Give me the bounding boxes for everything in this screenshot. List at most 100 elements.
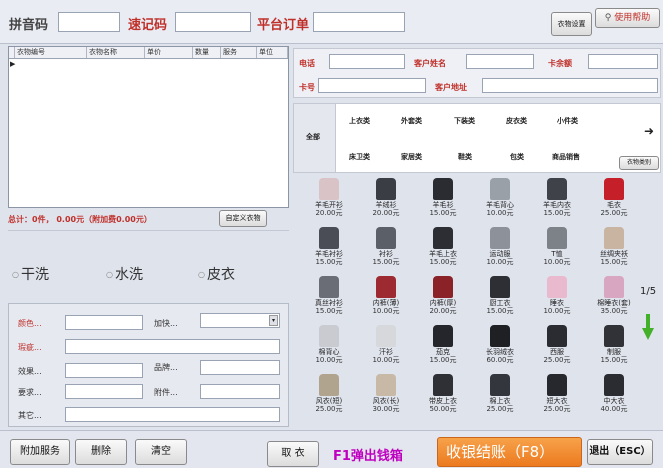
product-tile[interactable]: 厨工衣 15.00元 [472,274,528,324]
platform-order-input[interactable] [313,12,405,32]
product-price: 15.00元 [429,356,457,364]
brand-input[interactable] [200,360,280,375]
urgent-select[interactable]: ▾ [200,313,280,328]
product-price: 10.00元 [543,258,571,266]
product-price: 15.00元 [429,209,457,217]
attachment-input[interactable] [200,384,280,399]
garment-icon [490,374,510,396]
product-tile[interactable]: 棉背心 10.00元 [301,323,357,373]
pinyin-input[interactable] [58,12,120,32]
order-items-grid[interactable]: 衣物编号 衣物名称 单价 数量 服务 单位 ▶ [8,46,289,208]
radio-water-wash[interactable]: ○ 水洗 [106,264,143,284]
customer-address-input[interactable] [482,78,658,93]
garment-icon [319,325,339,347]
product-tile[interactable]: 制服 15.00元 [586,323,642,373]
product-tile[interactable]: 棉上衣 25.00元 [472,372,528,422]
product-price: 25.00元 [543,405,571,413]
product-tile[interactable]: 睡衣 10.00元 [529,274,585,324]
product-tile[interactable]: 棉睡衣(套) 35.00元 [586,274,642,324]
product-tile[interactable]: 羊绒衫 20.00元 [358,176,414,226]
tab-bags[interactable]: 包类 [510,152,524,162]
product-tile[interactable]: 毛衣 25.00元 [586,176,642,226]
extra-service-label: 附加服务 [20,446,60,457]
request-input[interactable] [65,384,143,399]
tab-merchandise[interactable]: 商品销售 [552,152,580,162]
tab-bedding[interactable]: 床卫类 [349,152,370,162]
product-tile[interactable]: 汗衫 10.00元 [358,323,414,373]
product-tile[interactable]: 短大衣 25.00元 [529,372,585,422]
product-tile[interactable]: 羊毛衫 15.00元 [415,176,471,226]
tab-tops[interactable]: 上衣类 [349,116,370,126]
product-tile[interactable]: 丝绸夹袄 15.00元 [586,225,642,275]
product-price: 10.00元 [543,307,571,315]
extra-service-button[interactable]: 附加服务 [10,439,70,465]
help-button[interactable]: ⚲ 使用帮助 [595,8,660,28]
product-name: 内裤(薄) [372,299,400,307]
product-tile[interactable]: 羊毛内衣 15.00元 [529,176,585,226]
clear-button[interactable]: 清空 [135,439,187,465]
flaw-input[interactable] [65,339,280,354]
product-tile[interactable]: 中大衣 40.00元 [586,372,642,422]
card-balance-label: 卡余额 [548,59,572,68]
clothing-settings-button[interactable]: 衣物设置 [551,12,592,36]
garment-icon [604,325,624,347]
card-number-input[interactable] [318,78,426,93]
product-tile[interactable]: 风衣(短) 25.00元 [301,372,357,422]
product-tile[interactable]: 西服 25.00元 [529,323,585,373]
tab-all[interactable]: 全部 [294,104,336,172]
radio-dry-clean[interactable]: ○ 干洗 [12,264,49,284]
product-tile[interactable]: 羊毛上衣 15.00元 [415,225,471,275]
cash-drawer-button[interactable]: F1弹出钱箱 [333,445,403,464]
effect-label: 效果... [18,367,42,376]
card-balance-input[interactable] [588,54,658,69]
custom-clothing-button[interactable]: 自定义衣物 [219,210,267,227]
product-name: 睡衣 [550,299,564,307]
product-tile[interactable]: 羊毛背心 10.00元 [472,176,528,226]
tab-household[interactable]: 家居类 [401,152,422,162]
chevron-down-icon[interactable]: ▾ [269,315,278,326]
product-tile[interactable]: 带皮上衣 50.00元 [415,372,471,422]
product-tile[interactable]: 衬衫 15.00元 [358,225,414,275]
product-tile[interactable]: 长羽绒衣 60.00元 [472,323,528,373]
pickup-button[interactable]: 取 衣 [267,441,319,467]
tab-outerwear[interactable]: 外套类 [401,116,422,126]
tab-leather[interactable]: 皮衣类 [506,116,527,126]
product-tile[interactable]: 羊毛衬衫 15.00元 [301,225,357,275]
next-arrow-icon[interactable]: ➜ [644,124,654,138]
tab-shoes[interactable]: 鞋类 [458,152,472,162]
garment-icon [490,276,510,298]
product-tile[interactable]: T恤 10.00元 [529,225,585,275]
clothing-category-label: 衣物类别 [626,159,651,166]
other-input[interactable] [65,407,280,422]
product-price: 25.00元 [486,405,514,413]
product-price: 15.00元 [600,356,628,364]
customer-name-input[interactable] [466,54,534,69]
product-tile[interactable]: 内裤(薄) 10.00元 [358,274,414,324]
tab-bottoms[interactable]: 下装类 [454,116,475,126]
radio-leather[interactable]: ○ 皮衣 [198,264,235,284]
effect-input[interactable] [65,363,143,378]
checkout-button[interactable]: 收银结账（F8） [437,437,582,467]
delete-button[interactable]: 删除 [75,439,127,465]
col-unit: 单位 [257,47,288,58]
product-price: 25.00元 [315,405,343,413]
tab-small-items[interactable]: 小件类 [557,116,578,126]
product-tile[interactable]: 运动服 10.00元 [472,225,528,275]
product-price: 15.00元 [315,258,343,266]
exit-button[interactable]: 退出（ESC） [587,439,653,465]
phone-input[interactable] [329,54,405,69]
product-tile[interactable]: 羊毛开衫 20.00元 [301,176,357,226]
product-tile[interactable]: 内裤(厚) 20.00元 [415,274,471,324]
arrow-down-icon[interactable] [642,314,654,340]
page-indicator: 1/5 [640,286,657,297]
product-tile[interactable]: 真丝衬衫 15.00元 [301,274,357,324]
product-price: 30.00元 [372,405,400,413]
product-tile[interactable]: 茄克 15.00元 [415,323,471,373]
product-tile[interactable]: 风衣(长) 30.00元 [358,372,414,422]
quick-code-input[interactable] [175,12,251,32]
garment-icon [319,374,339,396]
color-input[interactable] [65,315,143,330]
clothing-category-button[interactable]: 衣物类别 [619,156,659,170]
radio-leather-label: 皮衣 [206,267,235,283]
attachment-label: 附件... [154,388,178,397]
